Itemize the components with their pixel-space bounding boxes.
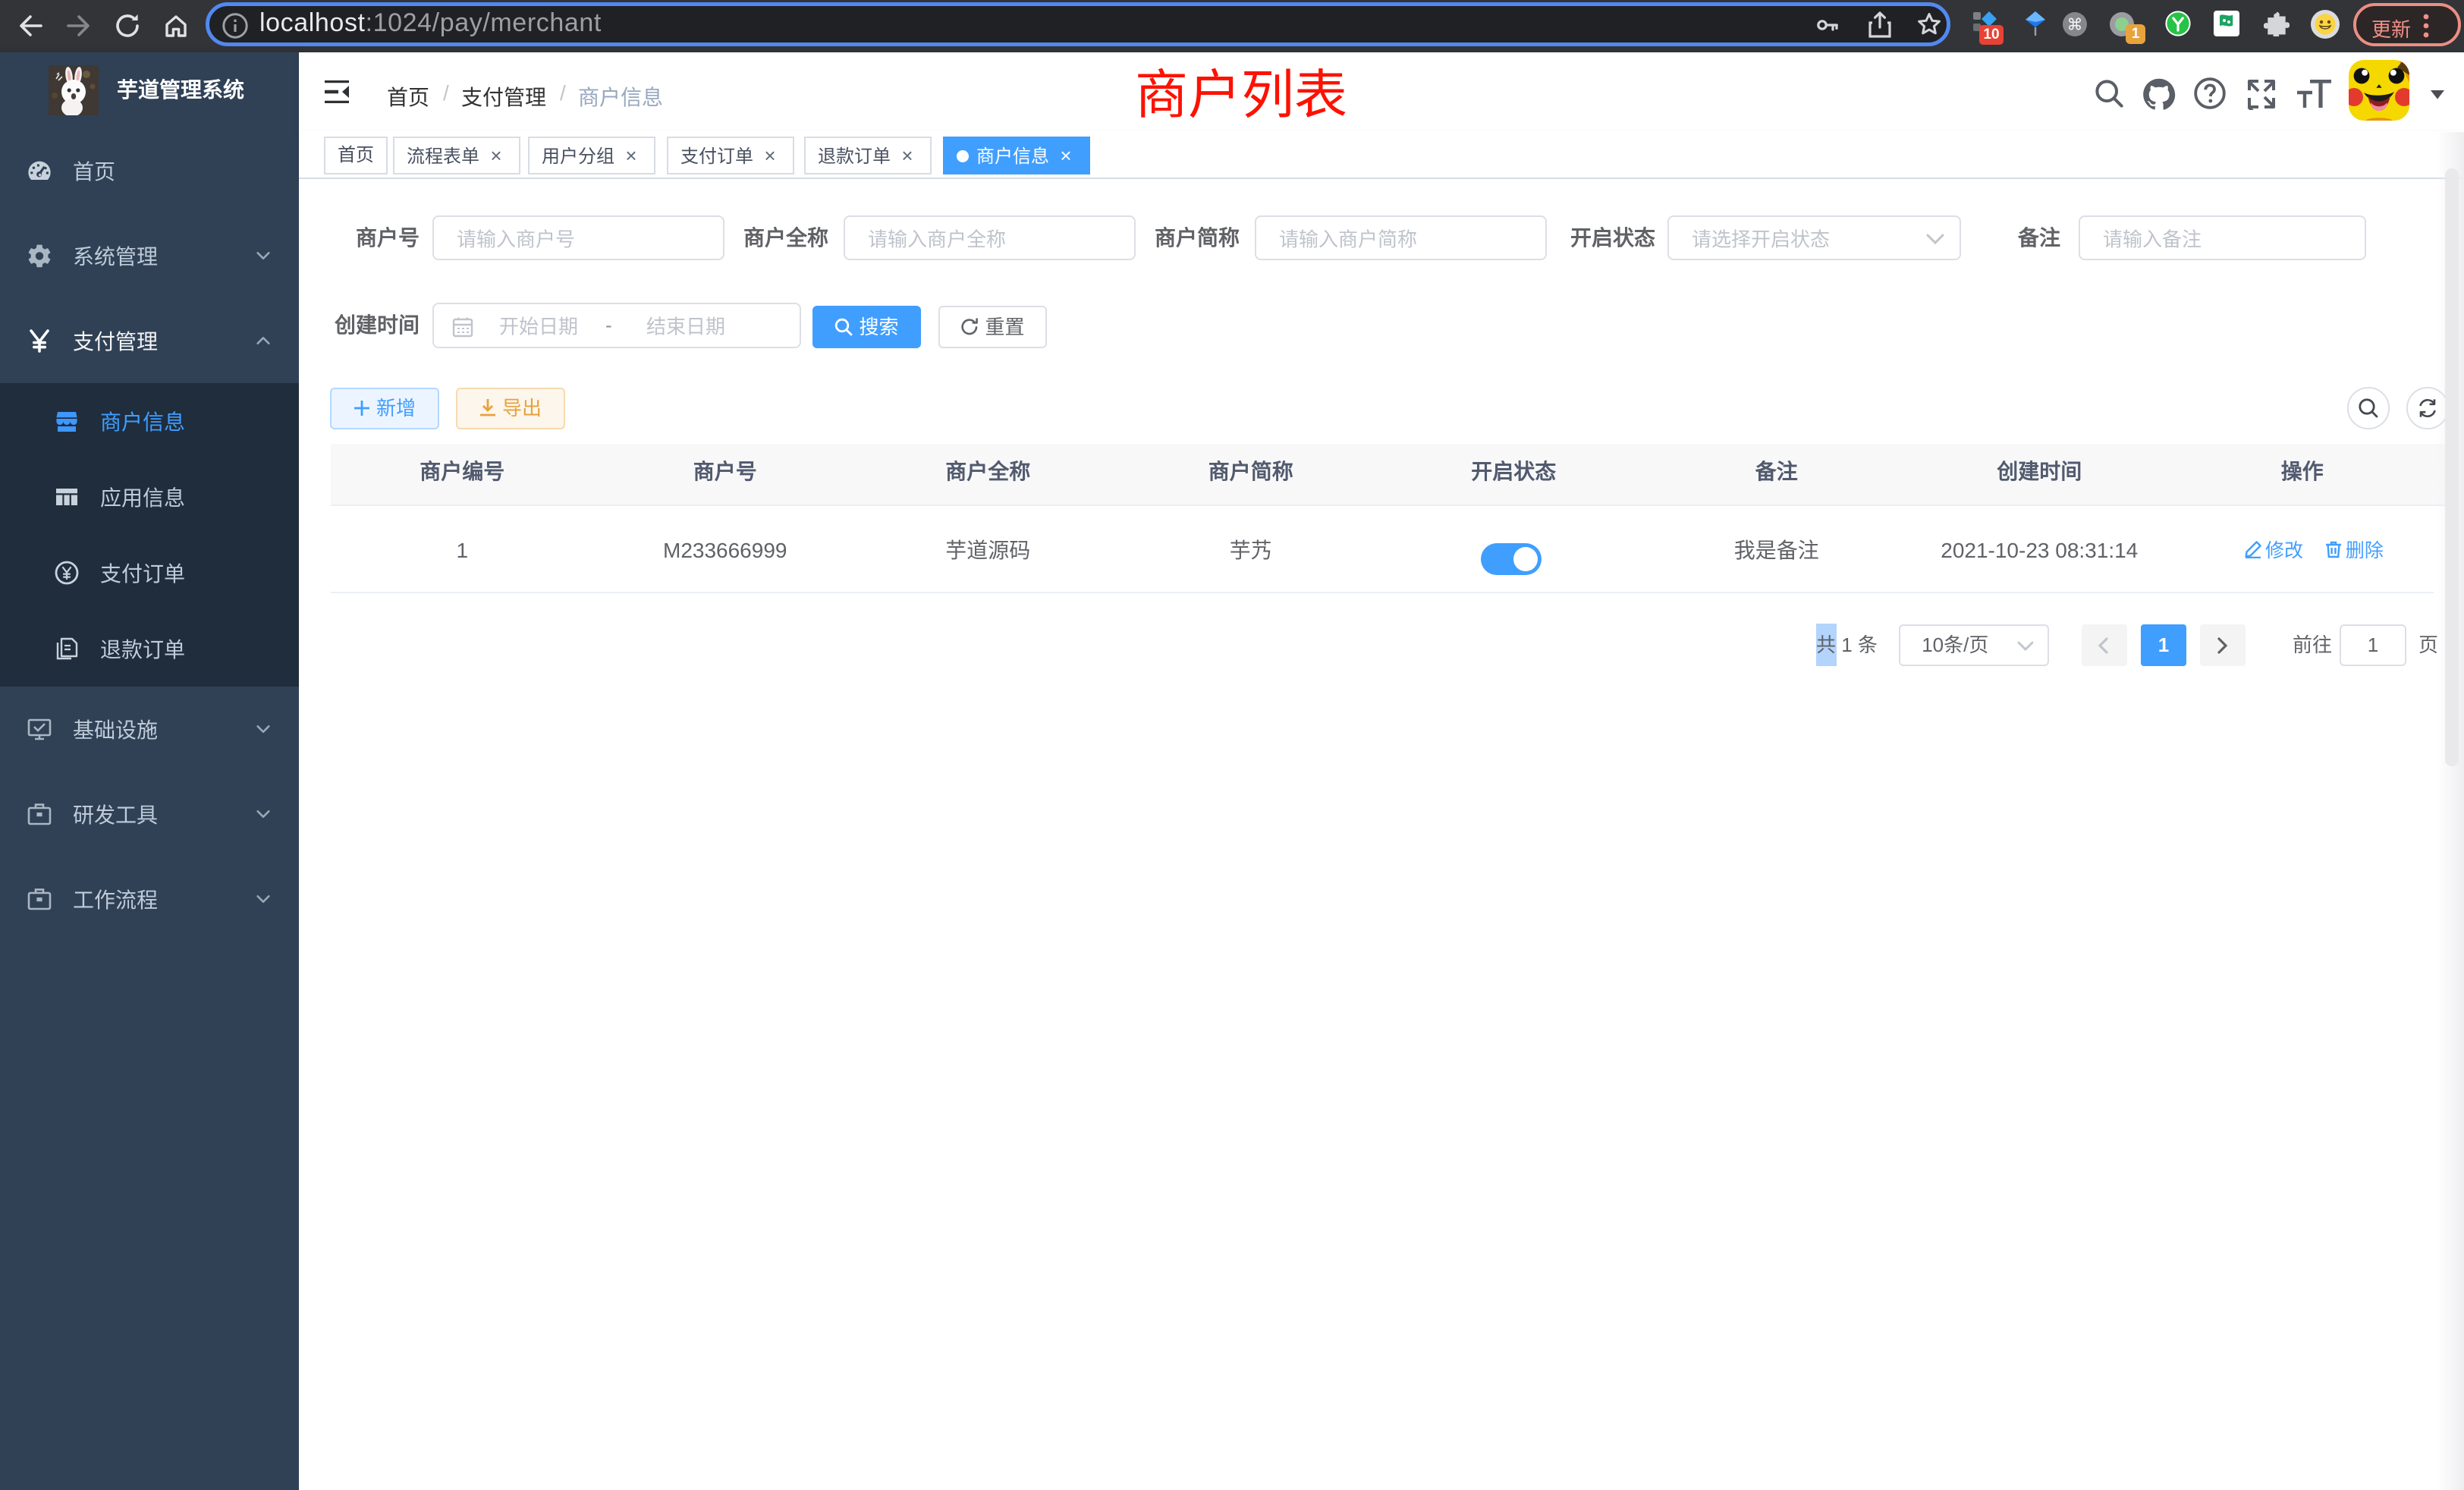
svg-text:⌘: ⌘ — [2067, 16, 2083, 33]
